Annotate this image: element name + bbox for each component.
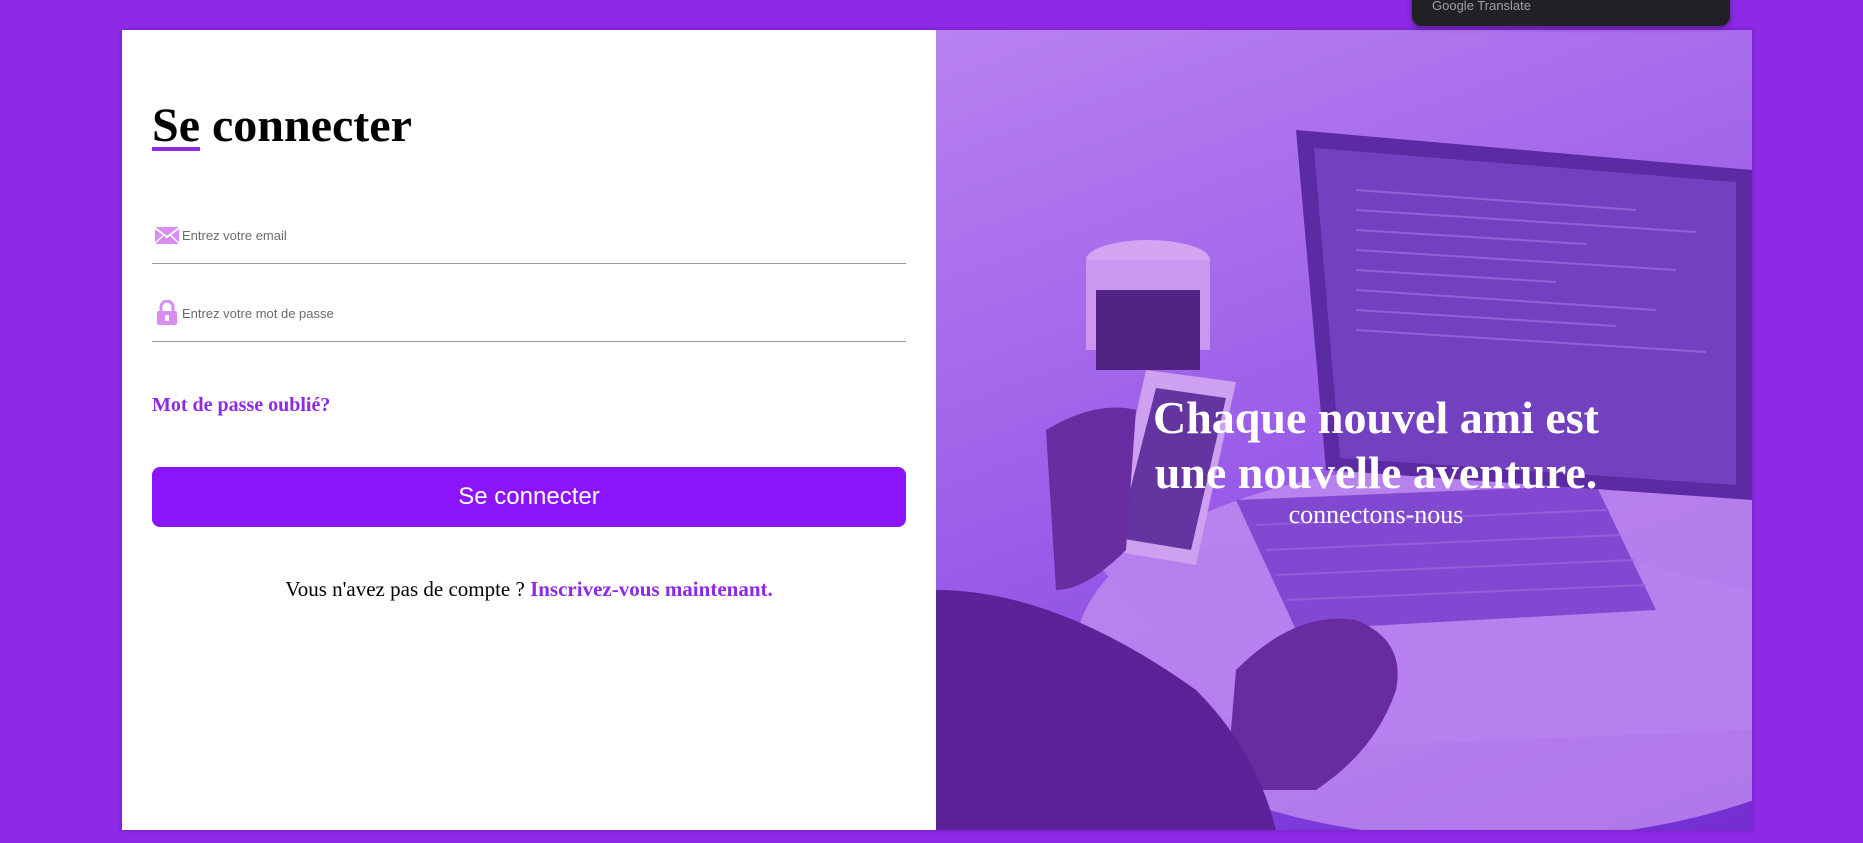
google-translate-popup[interactable]: Google Translate [1412,0,1730,26]
login-card: Se connecter Mot de passe oub [122,30,1752,830]
page-title-first-word: Se [152,99,200,152]
hero-image-panel: Chaque nouvel ami est une nouvelle avent… [936,30,1752,830]
no-account-text: Vous n'avez pas de compte ? [285,577,531,601]
password-field-group [152,281,906,342]
email-field-group [152,203,906,264]
envelope-icon [154,222,180,248]
page-title: Se connecter [152,98,412,153]
hero-headline: Chaque nouvel ami est une nouvelle avent… [1153,392,1599,498]
forgot-password-link[interactable]: Mot de passe oublié? [152,394,330,417]
page-title-rest: connecter [200,99,412,152]
signup-link[interactable]: Inscrivez-vous maintenant. [530,577,773,601]
signup-prompt: Vous n'avez pas de compte ? Inscrivez-vo… [152,577,906,602]
login-form-panel: Se connecter Mot de passe oub [122,30,936,830]
email-input[interactable] [182,221,882,249]
google-translate-label: Google Translate [1432,0,1532,13]
login-button[interactable]: Se connecter [152,467,906,527]
hero-overlay: Chaque nouvel ami est une nouvelle avent… [1136,390,1616,530]
hero-subline: connectons-nous [1288,500,1464,529]
password-input[interactable] [182,299,882,327]
lock-icon [154,300,180,326]
